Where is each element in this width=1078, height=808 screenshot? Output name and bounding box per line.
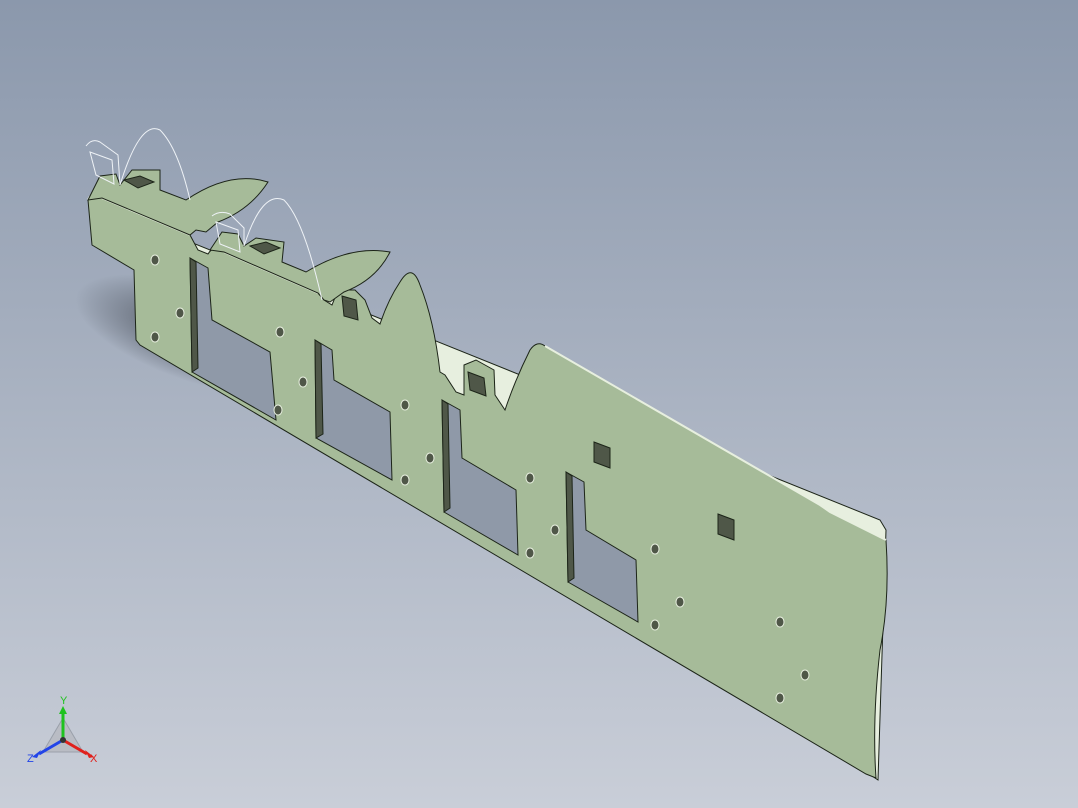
mounting-hole xyxy=(150,254,160,266)
mounting-hole xyxy=(650,619,660,631)
mounting-hole xyxy=(675,596,685,608)
mounting-hole xyxy=(525,472,535,484)
mounting-hole xyxy=(525,547,535,559)
mounting-hole xyxy=(650,543,660,555)
mounting-hole xyxy=(775,692,785,704)
z-axis-label: Z xyxy=(27,753,34,765)
triad-origin xyxy=(60,737,66,743)
mounting-hole xyxy=(775,616,785,628)
tab-hole-1 xyxy=(341,295,359,321)
3d-graphics-viewport[interactable]: Y X Z xyxy=(0,0,1078,808)
mounting-hole xyxy=(273,404,283,416)
x-axis-label: X xyxy=(90,753,98,765)
mounting-hole xyxy=(275,326,285,338)
mounting-hole xyxy=(800,669,810,681)
y-axis-label: Y xyxy=(60,695,68,707)
mounting-hole xyxy=(400,399,410,411)
mounting-hole xyxy=(150,331,160,343)
mounting-hole xyxy=(550,524,560,536)
mounting-hole xyxy=(298,376,308,388)
mounting-hole xyxy=(400,474,410,486)
mounting-hole xyxy=(175,307,185,319)
mounting-hole xyxy=(425,452,435,464)
